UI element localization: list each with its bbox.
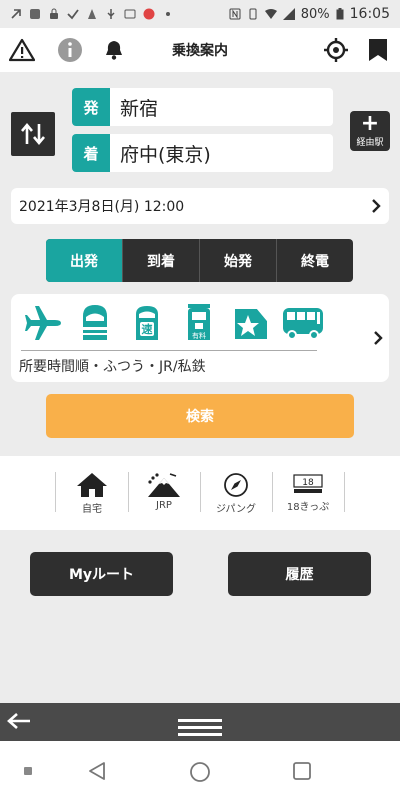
- shortcut-18kippu-label: 18きっぷ: [286, 502, 330, 513]
- arrival-station-field[interactable]: 着 府中(東京): [72, 134, 333, 172]
- home-icon: [77, 473, 107, 497]
- recent-dot-icon[interactable]: [24, 767, 32, 775]
- paid-express-icon: 有料: [177, 302, 221, 344]
- bell-icon: [106, 41, 122, 60]
- chevron-right-icon: [372, 199, 381, 213]
- notification-icon: [11, 9, 21, 19]
- dot-icon: [166, 12, 170, 16]
- back-arrow-icon[interactable]: [6, 711, 32, 731]
- nfc-icon: [229, 8, 241, 20]
- plus-icon: +: [360, 110, 380, 136]
- swap-arrows-icon: [21, 122, 45, 146]
- status-left-icons: [10, 8, 174, 20]
- datetime-selector[interactable]: 2021年3月8日(月) 12:00: [11, 188, 389, 224]
- warning-icon: [9, 38, 35, 62]
- status-right-icons: 80% 16:05: [229, 6, 390, 22]
- arrival-tag: 着: [72, 134, 110, 172]
- menu-icon[interactable]: [176, 717, 224, 737]
- shortcut-bar: 自宅 JRP ジパング 18 18きっぷ: [0, 456, 400, 530]
- signal-icon: [282, 8, 295, 20]
- system-navigation-bar: [0, 741, 400, 800]
- shortcut-jrp[interactable]: JRP: [128, 472, 200, 516]
- crosshair-icon: [324, 38, 348, 62]
- segment-departure[interactable]: 出発: [46, 239, 122, 282]
- swap-stations-button[interactable]: [11, 112, 55, 156]
- ticket-badge: 18: [302, 478, 314, 488]
- shinkansen-icon: [73, 302, 117, 344]
- via-station-label: 経由駅: [356, 137, 384, 148]
- info-button[interactable]: [52, 32, 88, 68]
- chevron-right-icon: [374, 331, 383, 345]
- recents-square-icon[interactable]: [292, 761, 312, 781]
- divider: [21, 350, 317, 351]
- usb-icon: [107, 9, 115, 19]
- departure-tag: 発: [72, 88, 110, 126]
- segment-first-train[interactable]: 始発: [199, 239, 276, 282]
- history-button[interactable]: 履歴: [228, 552, 371, 596]
- airplane-icon: [21, 302, 65, 344]
- bookmark-button[interactable]: [360, 32, 396, 68]
- vibrate-icon: [249, 8, 257, 20]
- express-char: 速: [142, 322, 153, 336]
- shortcut-zipangu-label: ジパング: [216, 504, 256, 515]
- mountain-icon: [148, 473, 180, 497]
- wifi-icon: [264, 9, 277, 19]
- via-station-button[interactable]: + 経由駅: [350, 111, 390, 151]
- segment-last-train[interactable]: 終電: [276, 239, 353, 282]
- segment-arrival[interactable]: 到着: [122, 239, 199, 282]
- back-triangle-icon[interactable]: [88, 761, 106, 781]
- shortcut-zipangu[interactable]: ジパング: [200, 472, 272, 516]
- app-icon: [88, 9, 96, 19]
- my-route-button[interactable]: Myルート: [30, 552, 173, 596]
- paid-char: 有料: [192, 331, 206, 340]
- express-icon: 速: [125, 302, 169, 344]
- shortcut-home[interactable]: 自宅: [56, 472, 128, 516]
- transport-mode-icons: 速 有料: [21, 302, 325, 344]
- home-circle-icon[interactable]: [189, 761, 211, 783]
- shortcut-jrp-label: JRP: [156, 500, 172, 511]
- compass-icon: [224, 473, 248, 497]
- bottom-app-bar: [0, 703, 400, 743]
- time-type-segment: 出発 到着 始発 終電: [46, 239, 353, 282]
- search-button[interactable]: 検索: [46, 394, 354, 438]
- ticket-18-icon: 18: [293, 474, 323, 493]
- battery-icon: [336, 8, 344, 20]
- app-header: 乗換案内: [0, 28, 400, 72]
- datetime-value: 2021年3月8日(月) 12:00: [19, 199, 185, 215]
- bus-icon: [281, 302, 325, 344]
- warning-button[interactable]: [4, 32, 40, 68]
- shortcut-home-label: 自宅: [82, 504, 102, 515]
- arrival-station-name: 府中(東京): [120, 143, 211, 166]
- search-conditions-card[interactable]: 速 有料 所要時間順・ふつう・JR/私鉄: [11, 294, 389, 382]
- lock-icon: [50, 8, 58, 19]
- app-icon: [143, 8, 155, 20]
- message-icon: [124, 9, 136, 19]
- divider: [344, 472, 345, 512]
- notification-button[interactable]: [96, 32, 132, 68]
- app-icon: [30, 9, 40, 19]
- bookmark-icon: [369, 39, 387, 61]
- clock: 16:05: [349, 6, 390, 22]
- shortcut-18kippu[interactable]: 18 18きっぷ: [272, 472, 344, 516]
- departure-station-field[interactable]: 発 新宿: [72, 88, 333, 126]
- status-bar: 80% 16:05: [0, 0, 400, 28]
- current-location-button[interactable]: [318, 32, 354, 68]
- info-icon: [58, 38, 82, 62]
- departure-station-name: 新宿: [120, 97, 159, 120]
- battery-percent: 80%: [300, 6, 330, 22]
- limited-express-icon: [229, 302, 273, 344]
- search-conditions-summary: 所要時間順・ふつう・JR/私鉄: [19, 359, 206, 375]
- check-icon: [67, 9, 79, 20]
